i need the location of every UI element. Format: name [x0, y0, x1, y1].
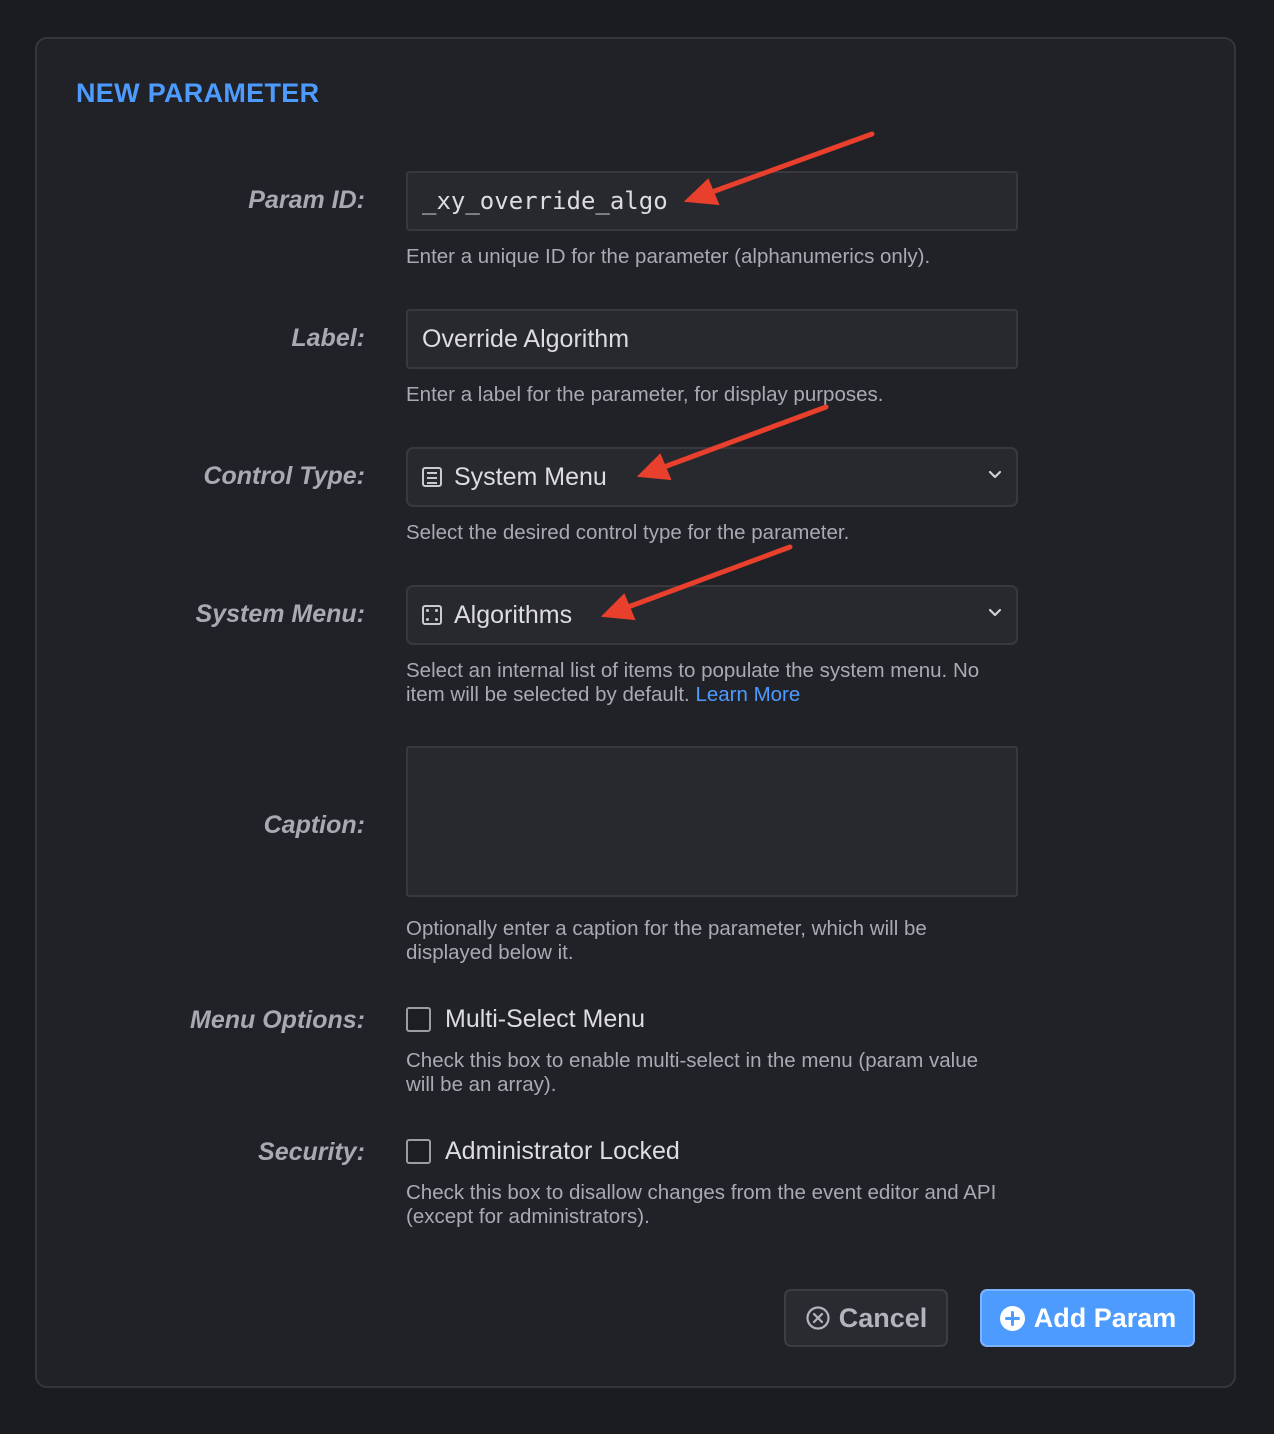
dialog-title: NEW PARAMETER — [76, 78, 320, 108]
multi-select-label[interactable]: Multi-Select Menu — [445, 1005, 645, 1034]
dice-icon — [422, 605, 442, 625]
security-label: Security: — [258, 1138, 365, 1166]
cancel-button[interactable]: Cancel — [784, 1289, 948, 1347]
plus-circle-icon — [999, 1305, 1026, 1332]
system-menu-help: Select an internal list of items to popu… — [406, 659, 1006, 707]
control-type-select[interactable]: System Menu — [406, 447, 1018, 507]
add-param-button[interactable]: Add Param — [980, 1289, 1195, 1347]
chevron-down-icon — [988, 470, 1002, 479]
caption-textarea[interactable] — [406, 746, 1018, 897]
param-id-value: _xy_override_algo — [422, 187, 668, 215]
system-menu-select[interactable]: Algorithms — [406, 585, 1018, 645]
control-type-help: Select the desired control type for the … — [406, 521, 850, 544]
label-value: Override Algorithm — [422, 324, 630, 353]
list-icon — [422, 467, 442, 487]
admin-locked-checkbox[interactable] — [406, 1139, 431, 1164]
caption-label: Caption: — [263, 811, 365, 839]
add-param-label: Add Param — [1033, 1302, 1177, 1333]
menu-options-label: Menu Options: — [190, 1006, 365, 1034]
param-id-input[interactable]: _xy_override_algo — [406, 171, 1018, 231]
param-id-label: Param ID: — [248, 186, 365, 214]
system-menu-help-text: Select an internal list of items to popu… — [406, 659, 980, 706]
param-id-help: Enter a unique ID for the parameter (alp… — [406, 245, 931, 268]
label-help: Enter a label for the parameter, for dis… — [406, 383, 884, 406]
label-input[interactable]: Override Algorithm — [406, 309, 1018, 369]
close-circle-icon — [805, 1305, 831, 1331]
admin-locked-checkbox-row[interactable]: Administrator Locked — [406, 1137, 680, 1166]
multi-select-checkbox-row[interactable]: Multi-Select Menu — [406, 1005, 645, 1034]
cancel-label: Cancel — [838, 1302, 928, 1333]
admin-locked-label[interactable]: Administrator Locked — [445, 1137, 680, 1166]
chevron-down-icon — [988, 608, 1002, 617]
multi-select-checkbox[interactable] — [406, 1007, 431, 1032]
security-help: Check this box to disallow changes from … — [406, 1181, 997, 1228]
system-menu-value: Algorithms — [454, 600, 573, 629]
label-label: Label: — [291, 324, 365, 352]
system-menu-label: System Menu: — [195, 600, 365, 628]
menu-options-help: Check this box to enable multi-select in… — [406, 1049, 979, 1096]
caption-help: Optionally enter a caption for the param… — [406, 917, 927, 964]
control-type-value: System Menu — [454, 462, 607, 491]
learn-more-link[interactable]: Learn More — [695, 683, 800, 706]
control-type-label: Control Type: — [203, 462, 365, 490]
